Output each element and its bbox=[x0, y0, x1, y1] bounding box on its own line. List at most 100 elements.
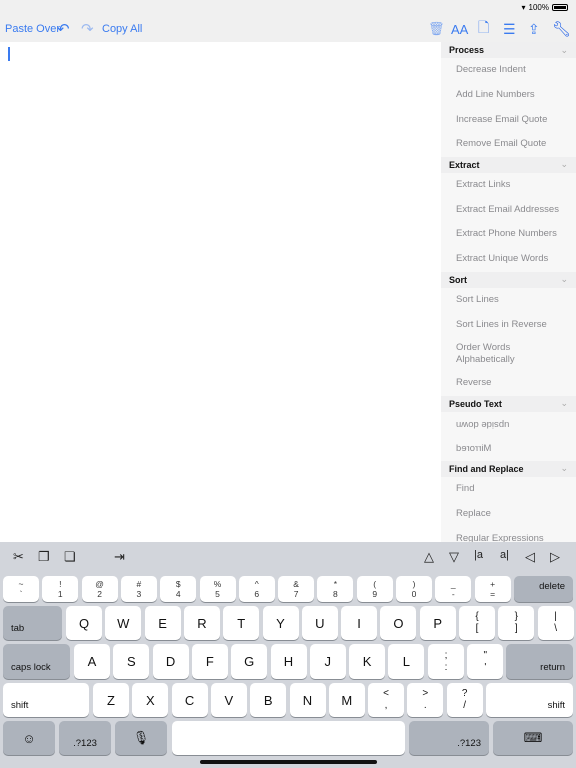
key-t[interactable]: T bbox=[223, 606, 260, 640]
key-f[interactable]: F bbox=[191, 644, 228, 679]
clipboard-icon[interactable]: ☰ bbox=[503, 18, 516, 40]
sidebar-item[interactable]: Add Line Numbers bbox=[441, 83, 576, 108]
key-3[interactable]: #3 bbox=[120, 576, 157, 602]
section-header-extract[interactable]: Extract ⌄ bbox=[441, 156, 576, 173]
sidebar-item[interactable]: Order Words Alphabetically bbox=[441, 337, 576, 371]
key-1[interactable]: ! 1 bbox=[42, 576, 79, 602]
new-document-icon[interactable]: 🗋 bbox=[478, 18, 489, 40]
section-header-pseudo-text[interactable]: Pseudo Text ⌄ bbox=[441, 395, 576, 412]
cut-icon[interactable]: ✂ bbox=[13, 549, 24, 565]
select-left-icon[interactable]: |a bbox=[474, 549, 483, 561]
cursor-down-icon[interactable]: ▽ bbox=[449, 549, 459, 565]
copy-all-button[interactable]: Copy All bbox=[102, 18, 142, 40]
tab-key[interactable]: tab bbox=[3, 606, 62, 640]
key-z[interactable]: Z bbox=[93, 683, 129, 717]
select-right-icon[interactable]: a| bbox=[500, 549, 509, 561]
wrench-icon[interactable]: 🔧︎ bbox=[552, 18, 571, 40]
key-5[interactable]: % 5 bbox=[199, 576, 236, 602]
chevron-down-icon[interactable]: ⌄ bbox=[560, 159, 568, 170]
dismiss-keyboard-key[interactable]: ⌨ bbox=[493, 721, 573, 755]
cursor-up-icon[interactable]: △ bbox=[424, 549, 434, 565]
paste-icon[interactable]: ❏ bbox=[64, 549, 76, 565]
text-editor[interactable] bbox=[0, 42, 441, 542]
key-2[interactable]: @2 bbox=[81, 576, 118, 602]
key-][interactable]: }] bbox=[498, 606, 535, 640]
chevron-down-icon[interactable]: ⌄ bbox=[560, 398, 568, 409]
key-r[interactable]: R bbox=[183, 606, 220, 640]
section-header-process[interactable]: Process ⌄ bbox=[441, 42, 576, 58]
key-[[interactable]: {[ bbox=[459, 606, 495, 640]
key-4[interactable]: $4 bbox=[160, 576, 197, 602]
chevron-down-icon[interactable]: ⌄ bbox=[560, 274, 568, 285]
sidebar-item[interactable]: Decrease Indent bbox=[441, 58, 576, 83]
key-d[interactable]: D bbox=[152, 644, 189, 679]
key-k[interactable]: K bbox=[349, 644, 386, 679]
numbers-key-left[interactable]: .?123 bbox=[59, 721, 111, 755]
sidebar-item[interactable]: upside down bbox=[441, 412, 576, 437]
sidebar-item[interactable]: Extract Phone Numbers bbox=[441, 222, 576, 247]
section-header-sort[interactable]: Sort ⌄ bbox=[441, 271, 576, 288]
key-w[interactable]: W bbox=[105, 606, 142, 640]
share-icon[interactable]: ⇪ bbox=[528, 18, 540, 40]
sidebar-item[interactable]: Reverse bbox=[441, 371, 576, 396]
key-q[interactable]: Q bbox=[66, 606, 102, 640]
key-c[interactable]: C bbox=[171, 683, 208, 717]
redo-icon[interactable]: ↷ bbox=[81, 18, 94, 40]
emoji-key[interactable]: ☺ bbox=[3, 721, 55, 755]
key-x[interactable]: X bbox=[132, 683, 169, 717]
numbers-key-right[interactable]: .?123 bbox=[409, 721, 489, 755]
key-y[interactable]: Y bbox=[262, 606, 299, 640]
key-j[interactable]: J bbox=[309, 644, 346, 679]
key-7[interactable]: & 7 bbox=[278, 576, 315, 602]
sidebar-item[interactable]: Sort Lines in Reverse bbox=[441, 312, 576, 337]
key-,[interactable]: <, bbox=[368, 683, 404, 717]
key-i[interactable]: I bbox=[341, 606, 378, 640]
font-size-button[interactable]: AA bbox=[451, 18, 468, 40]
sidebar-item[interactable]: Extract Links bbox=[441, 173, 576, 198]
key-o[interactable]: O bbox=[380, 606, 417, 640]
sidebar-item[interactable]: Sort Lines bbox=[441, 288, 576, 313]
key-\[interactable]: | \ bbox=[537, 606, 574, 640]
paste-over-button[interactable]: Paste Over bbox=[5, 18, 60, 40]
chevron-down-icon[interactable]: ⌄ bbox=[560, 45, 568, 56]
key-8[interactable]: * 8 bbox=[317, 576, 354, 602]
key-e[interactable]: E bbox=[144, 606, 181, 640]
key-m[interactable]: M bbox=[328, 683, 365, 717]
microphone-key[interactable]: 🎙︎ bbox=[115, 721, 167, 755]
key-=[interactable]: + = bbox=[474, 576, 511, 602]
trash-icon[interactable]: 🗑︎ bbox=[428, 18, 445, 40]
key--[interactable]: _ - bbox=[435, 576, 472, 602]
sidebar-item[interactable]: Remove Email Quote bbox=[441, 132, 576, 157]
key-6[interactable]: ^ 6 bbox=[238, 576, 275, 602]
sidebar-item[interactable]: Replace bbox=[441, 502, 576, 527]
sidebar-item[interactable]: Find bbox=[441, 477, 576, 502]
tab-indent-icon[interactable]: ⇥ bbox=[114, 549, 125, 565]
key-a[interactable]: A bbox=[74, 644, 110, 679]
key-l[interactable]: L bbox=[388, 644, 425, 679]
undo-icon[interactable]: ↶ bbox=[57, 18, 70, 40]
key-'[interactable]: " ' bbox=[467, 644, 504, 679]
sidebar-item[interactable]: Mirrored bbox=[441, 436, 576, 461]
shift-right-key[interactable]: shift bbox=[486, 683, 573, 717]
sidebar-item[interactable]: Increase Email Quote bbox=[441, 107, 576, 132]
key-s[interactable]: S bbox=[113, 644, 150, 679]
delete-key[interactable]: delete bbox=[514, 576, 573, 602]
key-u[interactable]: U bbox=[301, 606, 338, 640]
key-n[interactable]: N bbox=[289, 683, 326, 717]
key-v[interactable]: V bbox=[210, 683, 247, 717]
sidebar-item[interactable]: Regular Expressions bbox=[441, 526, 576, 542]
key-.[interactable]: >. bbox=[407, 683, 444, 717]
caps-lock-key[interactable]: caps lock bbox=[3, 644, 70, 679]
key-0[interactable]: ) 0 bbox=[396, 576, 432, 602]
copy-icon[interactable]: ❐ bbox=[38, 549, 50, 565]
shift-left-key[interactable]: shift bbox=[3, 683, 89, 717]
return-key[interactable]: return bbox=[506, 644, 573, 679]
sidebar-item[interactable]: Extract Unique Words bbox=[441, 247, 576, 272]
section-header-find-and-replace[interactable]: Find and Replace ⌄ bbox=[441, 460, 576, 477]
key-g[interactable]: G bbox=[231, 644, 268, 679]
key-p[interactable]: P bbox=[419, 606, 456, 640]
key-/[interactable]: ? / bbox=[446, 683, 483, 717]
key-b[interactable]: B bbox=[250, 683, 287, 717]
key-h[interactable]: H bbox=[270, 644, 307, 679]
key-:[interactable]: ;: bbox=[428, 644, 464, 679]
